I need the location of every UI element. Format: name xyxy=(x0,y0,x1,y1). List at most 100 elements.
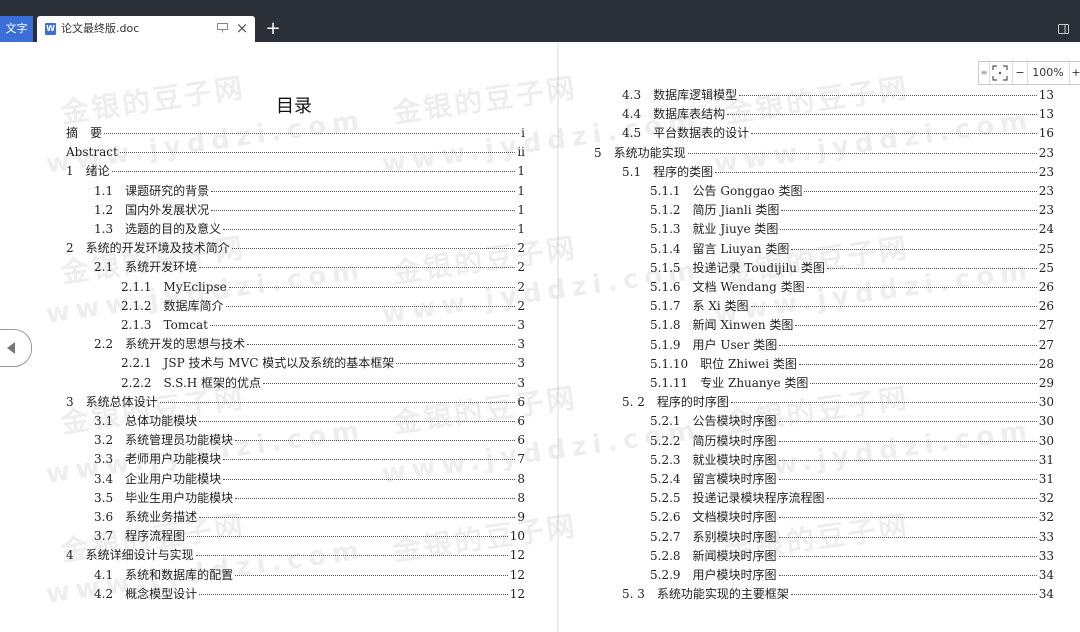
toc-entry-number: 5.2.6 xyxy=(650,510,681,525)
toc-entry-page: 16 xyxy=(1038,126,1054,141)
toc-entry[interactable]: 3.5 毕业生用户功能模块 8 xyxy=(94,489,525,508)
toc-entry[interactable]: 3.3 老师用户功能模块 7 xyxy=(94,450,525,469)
toc-entry[interactable]: 5.1.11 专业 Zhuanye 类图 29 xyxy=(650,374,1054,393)
previous-page-button[interactable] xyxy=(0,329,32,367)
toc-entry-page: 12 xyxy=(509,567,525,582)
toc-entry[interactable]: 3.4 企业用户功能模块 8 xyxy=(94,470,525,489)
toc-entry[interactable]: 5.2.5 投递记录模块程序流程图 32 xyxy=(650,489,1054,508)
toc-leader-dots xyxy=(730,402,1037,404)
toc-entry-page: 13 xyxy=(1038,88,1054,102)
toc-entry[interactable]: 5.2.3 就业模块时序图 31 xyxy=(650,451,1054,470)
toc-entry[interactable]: 5.2.2 简历模块时序图 30 xyxy=(650,432,1054,451)
drag-handle-icon[interactable]: ≡ xyxy=(979,62,990,84)
toc-entry[interactable]: 3 系统总体设计 6 xyxy=(66,393,525,412)
toc-entry[interactable]: 5.1.2 简历 Jianli 类图 23 xyxy=(650,201,1054,220)
toc-entry[interactable]: 4.4 数据库表结构 13 xyxy=(622,105,1054,124)
toc-entry[interactable]: 5.1.10 职位 Zhiwei 类图 28 xyxy=(650,355,1054,374)
toc-entry-page: 6 xyxy=(517,414,525,428)
toc-entry[interactable]: 2.1.2 数据库简介 2 xyxy=(121,297,525,316)
toc-entry[interactable]: 2.1.3 Tomcat 3 xyxy=(121,316,525,335)
toc-entry[interactable]: 3.7 程序流程图 10 xyxy=(94,527,525,546)
close-tab-icon[interactable]: × xyxy=(235,20,249,36)
toc-entry[interactable]: 5.1 程序的类图 23 xyxy=(622,163,1054,182)
toc-entry-page: 34 xyxy=(1038,568,1054,582)
sidebar-toggle-icon[interactable] xyxy=(1058,24,1069,34)
toc-entry[interactable]: 2.1 系统开发环境 2 xyxy=(94,258,525,277)
toc-entry[interactable]: 1.2 国内外发展状况 1 xyxy=(94,201,525,220)
zoom-level[interactable]: 100% xyxy=(1029,62,1067,84)
toc-entry-number: 4.5 xyxy=(622,126,642,141)
toc-entry[interactable]: 5.2.9 用户模块时序图 34 xyxy=(650,566,1054,585)
toc-entry[interactable]: Abstract ii xyxy=(66,143,525,162)
toc-entry-number: 5.2.1 xyxy=(650,414,681,429)
toc-entry[interactable]: 3.1 总体功能模块 6 xyxy=(94,412,525,431)
toc-entry-number: 摘 要 xyxy=(66,126,103,140)
toc-entry[interactable]: 5.1.3 就业 Jiuye 类图 24 xyxy=(650,220,1054,239)
fit-page-icon[interactable] xyxy=(992,65,1008,81)
toc-entry[interactable]: 4.2 概念模型设计 12 xyxy=(94,585,525,604)
toc-entry-number: 4.1 xyxy=(94,567,114,582)
toc-entry[interactable]: 2.2.1 JSP 技术与 MVC 模式以及系统的基本框架 3 xyxy=(121,354,525,373)
toc-entry[interactable]: 5.1.6 文档 Wendang 类图 26 xyxy=(650,278,1054,297)
toc-entry-number: 3.1 xyxy=(94,414,114,428)
toc-entry[interactable]: 摘 要i xyxy=(66,124,525,143)
toc-entry-page: 30 xyxy=(1038,433,1054,448)
toc-leader-dots xyxy=(199,593,508,595)
toc-entry[interactable]: 5.1.8 新闻 Xinwen 类图 27 xyxy=(650,316,1054,335)
toc-entry-title: 系统的开发环境及技术简介 xyxy=(85,241,230,256)
toc-leader-dots xyxy=(159,401,516,403)
toc-entry-title: 文档模块时序图 xyxy=(692,510,777,525)
toc-entry[interactable]: 5.1.4 留言 Liuyan 类图 25 xyxy=(650,240,1054,259)
toc-entry-number: 5.1.3 xyxy=(650,222,681,237)
toc-entry-title: 文档 Wendang 类图 xyxy=(692,280,805,294)
toc-entry[interactable]: 5.1.5 投递记录 Toudijilu 类图 25 xyxy=(650,259,1054,278)
toc-entry-title: S.S.H 框架的优点 xyxy=(163,375,262,390)
toc-entry-page: 12 xyxy=(509,548,525,563)
toc-entry-number: 5.1.7 xyxy=(650,299,681,314)
toc-entry[interactable]: 5.2.8 新闻模块时序图 33 xyxy=(650,547,1054,566)
toc-entry[interactable]: 5 系统功能实现 23 xyxy=(594,144,1054,163)
toc-entry-number: 4.2 xyxy=(94,586,114,601)
toc-leader-dots xyxy=(739,95,1037,96)
toc-entry[interactable]: 1.1 课题研究的背景 1 xyxy=(94,182,525,201)
toc-entry[interactable]: 1.3 选题的目的及意义 1 xyxy=(94,220,525,239)
toc-entry[interactable]: 2.1.1 MyEclipse 2 xyxy=(121,278,525,297)
toc-entry-number: 3 xyxy=(66,394,74,409)
toc-entry[interactable]: 2.2 系统开发的思想与技术 3 xyxy=(94,335,525,354)
toc-entry[interactable]: 4.3 数据库逻辑模型 13 xyxy=(622,86,1054,105)
toc-entry-page: ii xyxy=(517,145,525,160)
toc-entry-title: 课题研究的背景 xyxy=(125,183,210,198)
document-tab[interactable]: W 论文最终版.doc × xyxy=(37,16,255,42)
toc-entry-title: 数据库简介 xyxy=(163,298,224,313)
toc-entry[interactable]: 3.6 系统业务描述 9 xyxy=(94,508,525,527)
toc-entry[interactable]: 1 绪论 1 xyxy=(66,162,525,181)
toc-entry[interactable]: 4 系统详细设计与实现 12 xyxy=(66,546,525,565)
toc-entry[interactable]: 5. 2 程序的时序图 30 xyxy=(622,393,1054,412)
toc-entry[interactable]: 5.2.7 系别模块时序图 33 xyxy=(650,528,1054,547)
toc-entry-title: 系统开发环境 xyxy=(125,260,198,275)
toc-entry[interactable]: 4.5 平台数据表的设计 16 xyxy=(622,124,1054,143)
zoom-in-button[interactable]: + xyxy=(1069,62,1080,84)
toc-entry[interactable]: 5.1.9 用户 User 类图 27 xyxy=(650,336,1054,355)
zoom-out-button[interactable]: − xyxy=(1012,62,1028,84)
toc-entry-title: 绪论 xyxy=(85,164,110,179)
toc-entry-number: 2.1 xyxy=(94,260,114,275)
toc-entry[interactable]: 5.2.4 留言模块时序图 31 xyxy=(650,470,1054,489)
toc-entry[interactable]: 2 系统的开发环境及技术简介 2 xyxy=(66,239,525,258)
toc-entry[interactable]: 5.1.7 系 Xi 类图 26 xyxy=(650,297,1054,316)
toc-entry[interactable]: 3.2 系统管理员功能模块 6 xyxy=(94,431,525,450)
toc-entry[interactable]: 5.2.1 公告模块时序图 30 xyxy=(650,412,1054,431)
toc-entry[interactable]: 4.1 系统和数据库的配置 12 xyxy=(94,566,525,585)
toc-entry-number: 3.4 xyxy=(94,471,114,486)
toc-leader-dots xyxy=(687,152,1037,154)
add-tab-button[interactable]: + xyxy=(262,16,284,42)
toc-entry-number: 2.1.3 xyxy=(121,318,152,332)
app-tab-writer[interactable]: 文字 xyxy=(0,16,33,42)
pin-icon[interactable] xyxy=(217,23,228,33)
toc-entry[interactable]: 5.2.6 文档模块时序图 32 xyxy=(650,508,1054,527)
toc-entry[interactable]: 5.1.1 公告 Gonggao 类图 23 xyxy=(650,182,1054,201)
toc-leader-dots xyxy=(751,133,1037,135)
toc-entry[interactable]: 5. 3 系统功能实现的主要框架 34 xyxy=(622,585,1054,604)
toc-entry[interactable]: 2.2.2 S.S.H 框架的优点 3 xyxy=(121,374,525,393)
toc-entry-number: 5.2.4 xyxy=(650,472,681,486)
